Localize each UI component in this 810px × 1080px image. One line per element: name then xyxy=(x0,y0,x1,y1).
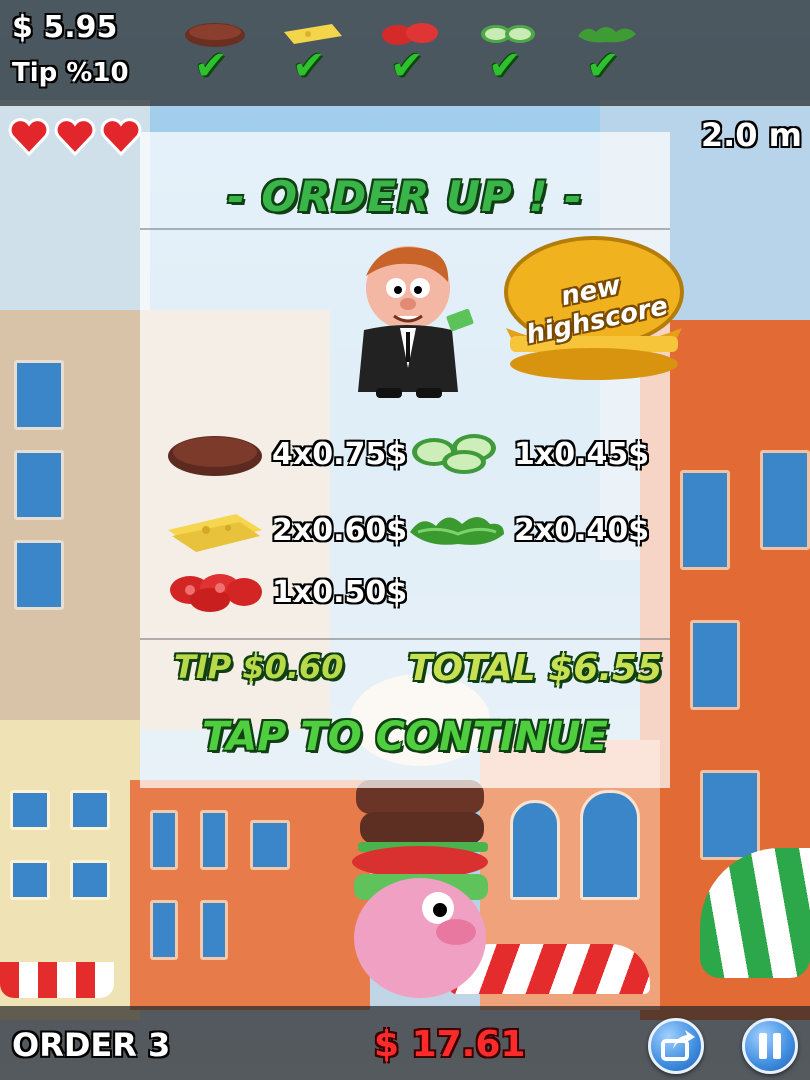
cucumber-icon xyxy=(412,434,496,474)
order-slot-patty: ✔ xyxy=(180,12,250,92)
check-icon: ✔ xyxy=(292,43,326,89)
total-amount: TOTAL $6.55 xyxy=(408,648,663,689)
divider xyxy=(140,638,670,640)
heart-icon xyxy=(8,118,50,156)
money-counter: $ 5.95 xyxy=(12,10,118,45)
line-item-text: 2x0.60$ xyxy=(272,512,408,548)
pause-button[interactable] xyxy=(742,1018,798,1074)
tap-to-continue-button[interactable]: TAP TO CONTINUE xyxy=(140,714,670,760)
line-item-patty: 4x0.75$ xyxy=(166,430,407,478)
line-item-text: 2x0.40$ xyxy=(514,512,650,548)
share-button[interactable] xyxy=(648,1018,704,1074)
line-item-text: 4x0.75$ xyxy=(272,436,408,472)
order-slot-tomato: ✔ xyxy=(376,12,446,92)
line-item-cheese: 2x0.60$ xyxy=(166,506,407,554)
check-icon: ✔ xyxy=(488,43,522,89)
heart-icon xyxy=(54,118,96,156)
order-slot-cheese: ✔ xyxy=(278,12,348,92)
distance-counter: 2.0 m xyxy=(700,116,802,154)
panel-title: - ORDER UP ! - xyxy=(227,172,583,221)
check-icon: ✔ xyxy=(390,43,424,89)
cheese-icon xyxy=(168,514,262,552)
bank-total: $ 17.61 xyxy=(374,1024,526,1065)
order-up-panel[interactable]: - ORDER UP ! - new highscore 4x0.75$ 1x0… xyxy=(140,132,684,788)
tip-percent: Tip %10 xyxy=(12,58,129,88)
divider xyxy=(140,228,670,230)
customer-character xyxy=(358,246,474,398)
bottom-hud: ORDER 3 $ 17.61 xyxy=(0,1006,810,1080)
top-hud: $ 5.95 Tip %10 ✔ ✔ ✔ ✔ ✔ xyxy=(0,0,810,106)
order-number: ORDER 3 xyxy=(12,1026,171,1064)
tip-amount: TIP $0.60 xyxy=(174,648,344,686)
heart-icon xyxy=(100,118,142,156)
check-icon: ✔ xyxy=(194,43,228,89)
order-slot-cucumber: ✔ xyxy=(474,12,544,92)
line-item-text: 1x0.50$ xyxy=(272,574,408,610)
line-item-cucumber: 1x0.45$ xyxy=(408,430,649,478)
patty-icon xyxy=(168,436,262,476)
line-item-tomato: 1x0.50$ xyxy=(166,568,407,616)
new-highscore-badge: new highscore xyxy=(496,236,692,386)
line-item-text: 1x0.45$ xyxy=(514,436,650,472)
order-slot-lettuce: ✔ xyxy=(572,12,642,92)
lives xyxy=(8,116,142,156)
lettuce-icon xyxy=(410,517,504,545)
tomato-icon xyxy=(170,574,262,612)
pause-icon xyxy=(759,1033,781,1059)
line-item-lettuce: 2x0.40$ xyxy=(408,506,649,554)
share-icon xyxy=(661,1030,695,1061)
check-icon: ✔ xyxy=(586,43,620,89)
